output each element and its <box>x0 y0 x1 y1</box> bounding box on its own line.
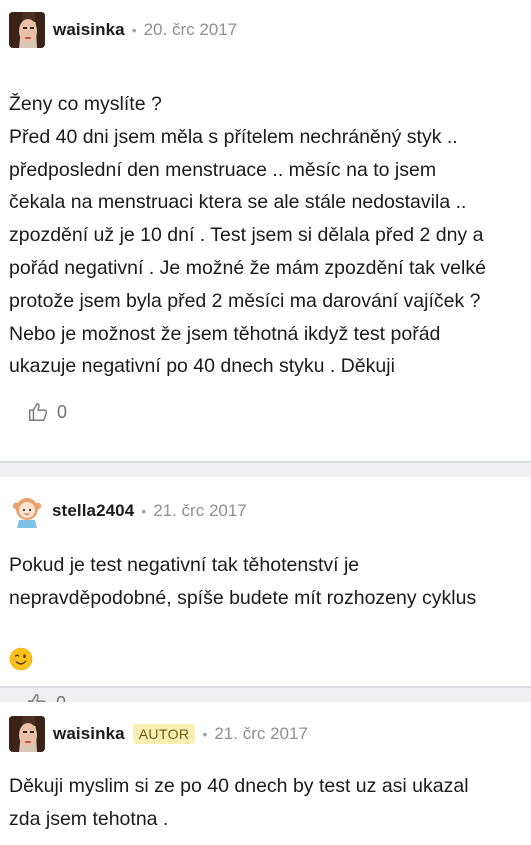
post-1: waisinka • 20. črc 2017 Ženy co myslíte … <box>0 0 531 461</box>
post-body: Děkuji myslim si ze po 40 dnech by test … <box>9 775 469 830</box>
user-avatar[interactable] <box>10 494 44 528</box>
meta-separator: • <box>141 503 147 519</box>
like-count: 0 <box>57 401 68 422</box>
post-body: Pokud je test negativní tak těhotenství … <box>0 531 531 678</box>
username[interactable]: stella2404 <box>52 501 134 521</box>
post-date: 21. črc 2017 <box>153 501 247 520</box>
woman-photo-avatar-icon <box>9 12 45 48</box>
username[interactable]: waisinka <box>53 20 125 40</box>
post-header: waisinka • 20. črc 2017 <box>0 0 531 50</box>
cartoon-girl-avatar-icon <box>10 494 44 528</box>
woman-photo-avatar-icon <box>9 716 45 752</box>
meta-separator: • <box>131 22 137 38</box>
winking-face-emoji-icon <box>9 615 33 671</box>
username[interactable]: waisinka <box>53 724 125 744</box>
author-badge: AUTOR <box>132 724 196 744</box>
post-date: 20. črc 2017 <box>143 20 238 39</box>
like-row: 0 <box>0 383 531 427</box>
thumbs-up-icon[interactable] <box>27 401 49 423</box>
post-divider <box>0 461 531 477</box>
post-header: waisinka AUTOR • 21. črc 2017 <box>0 702 531 754</box>
user-avatar[interactable] <box>9 12 45 48</box>
post-2: stella2404 • 21. črc 2017 Pokud je test … <box>0 477 531 713</box>
post-3: waisinka AUTOR • 21. črc 2017 Děkuji mys… <box>0 702 531 845</box>
post-body: Ženy co myslíte ? Před 40 dni jsem měla … <box>9 93 486 378</box>
post-header: stella2404 • 21. črc 2017 <box>0 477 531 531</box>
post-date: 21. črc 2017 <box>214 724 308 743</box>
post-body-text: Pokud je test negativní tak těhotenství … <box>9 554 477 609</box>
meta-separator: • <box>202 726 208 742</box>
user-avatar[interactable] <box>9 716 45 752</box>
